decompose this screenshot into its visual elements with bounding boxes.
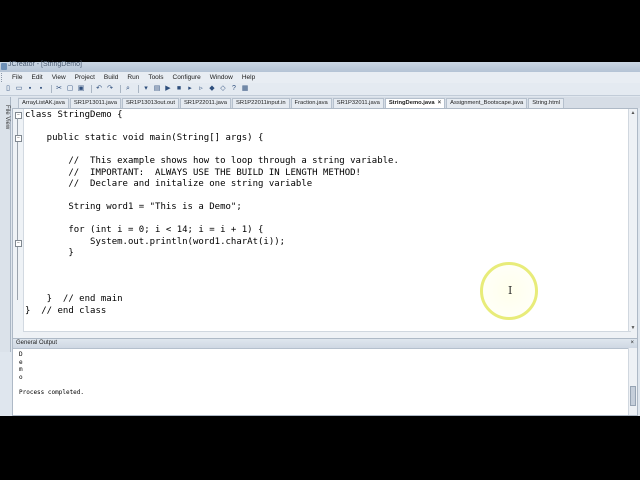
scroll-thumb[interactable] (630, 386, 636, 406)
code-line: // IMPORTANT: ALWAYS USE THE BUILD IN LE… (25, 167, 361, 178)
output-line: e (19, 358, 23, 366)
toolbar-separator (120, 85, 121, 93)
code-line: // This example shows how to loop throug… (25, 156, 399, 166)
menu-bar: File Edit View Project Build Run Tools C… (0, 72, 640, 83)
toolbar-separator (138, 85, 139, 93)
tab-stringdemo[interactable]: StringDemo.java × (384, 98, 446, 108)
code-line: } // end class (25, 305, 107, 316)
tab-sr1p13011[interactable]: SR1P13011.java (69, 98, 121, 108)
toolbar: ▯ ▭ ▪ ▪ ✂ ▢ ▣ ↶ ↷ ⌕ ▾ ▤ ▶ ■ ▸ ▹ ◆ ◇ ? ▦ (0, 83, 640, 96)
output-line: Process completed. (19, 388, 85, 396)
menu-run[interactable]: Run (123, 74, 144, 81)
toolbar-separator (51, 85, 52, 93)
menu-grip (1, 73, 8, 82)
tab-label: Assignment_Bootscape.java (450, 100, 524, 106)
tab-label: SR1P22011.java (183, 100, 228, 106)
document-tabs: ArrayListAK.java SR1P13011.java SR1P1301… (18, 97, 640, 108)
output-title: General Output (16, 340, 58, 346)
bookmark-icon[interactable]: ◇ (219, 85, 227, 93)
paste-icon[interactable]: ▣ (77, 85, 85, 93)
debug-icon[interactable]: ▹ (197, 85, 205, 93)
toolbar-separator (91, 85, 92, 93)
code-line: // Declare and initalize one string vari… (25, 179, 313, 189)
breakpoint-icon[interactable]: ◆ (208, 85, 216, 93)
run-icon[interactable]: ▶ (164, 85, 172, 93)
tab-label: ArrayListAK.java (22, 100, 65, 106)
help-icon[interactable]: ? (230, 85, 238, 93)
general-output-panel: General Output × D e m o Process complet… (12, 338, 638, 416)
text-cursor-icon: I (508, 284, 513, 297)
fold-toggle-icon[interactable]: − (15, 135, 22, 142)
tab-label: StringDemo.java (388, 100, 435, 106)
tab-arraylistak[interactable]: ArrayListAK.java (18, 98, 69, 108)
fold-toggle-icon[interactable]: − (15, 240, 22, 247)
redo-icon[interactable]: ↷ (106, 85, 114, 93)
find-icon[interactable]: ⌕ (124, 85, 132, 93)
menu-file[interactable]: File (8, 74, 27, 81)
title-bar: JCreator - [StringDemo] (0, 61, 640, 72)
tab-label: Fraction.java (294, 100, 328, 106)
output-line: m (19, 366, 23, 374)
build-icon[interactable]: ▤ (153, 85, 161, 93)
save-all-icon[interactable]: ▪ (37, 85, 45, 93)
file-view-label: File View (4, 105, 10, 130)
code-line: System.out.println(word1.charAt(i)); (25, 236, 286, 247)
source-code[interactable]: class StringDemo { public static void ma… (25, 110, 399, 317)
dropdown-icon[interactable]: ▾ (142, 85, 150, 93)
code-line: for (int i = 0; i < 14; i = i + 1) { (25, 225, 264, 235)
jcreator-window: JCreator - [StringDemo] File Edit View P… (0, 61, 640, 416)
output-header: General Output × (13, 339, 637, 349)
tab-sr1p13013out[interactable]: SR1P13013out.out (121, 98, 179, 108)
fold-line (17, 118, 18, 300)
close-tab-icon[interactable]: × (438, 100, 442, 106)
code-line: class StringDemo { (25, 110, 123, 120)
output-vertical-scrollbar[interactable] (628, 348, 637, 415)
output-line: o (19, 373, 23, 381)
menu-window[interactable]: Window (206, 74, 238, 81)
tab-label: SR1P22011input.in (236, 100, 286, 106)
copy-icon[interactable]: ▢ (66, 85, 74, 93)
undo-icon[interactable]: ↶ (95, 85, 103, 93)
tab-label: SR1P32011.java (336, 100, 380, 106)
code-line: String word1 = "This is a Demo"; (25, 202, 242, 212)
output-line: D (19, 351, 23, 358)
menu-configure[interactable]: Configure (169, 74, 206, 81)
menu-tools[interactable]: Tools (144, 74, 168, 81)
cut-icon[interactable]: ✂ (55, 85, 63, 93)
output-text[interactable]: D e m o Process completed. (13, 349, 637, 397)
editor-gutter: − − − (13, 109, 24, 339)
menu-project[interactable]: Project (71, 74, 100, 81)
menu-edit[interactable]: Edit (27, 74, 47, 81)
tab-fraction[interactable]: Fraction.java (290, 98, 332, 108)
tab-sr1p22011[interactable]: SR1P22011.java (179, 98, 232, 108)
save-icon[interactable]: ▪ (26, 85, 34, 93)
open-folder-icon[interactable]: ▭ (15, 85, 23, 93)
tab-sr1p22011input[interactable]: SR1P22011input.in (232, 98, 290, 108)
tab-label: SR1P13013out.out (125, 100, 175, 106)
tab-string-html[interactable]: String.html (528, 98, 564, 108)
file-view-panel[interactable]: File View (0, 97, 11, 352)
editor-vertical-scrollbar[interactable]: ▲ ▼ (628, 109, 637, 339)
tab-assignment-bootscape[interactable]: Assignment_Bootscape.java (446, 98, 528, 108)
stop-icon[interactable]: ■ (175, 85, 183, 93)
tab-label: SR1P13011.java (73, 100, 117, 106)
scroll-up-icon[interactable]: ▲ (629, 109, 637, 117)
code-line: } // end main (25, 294, 123, 304)
new-file-icon[interactable]: ▯ (4, 85, 12, 93)
tab-label: String.html (532, 100, 560, 106)
code-editor[interactable]: − − − class StringDemo { public static v… (12, 108, 638, 340)
code-line: } (25, 248, 74, 258)
close-output-icon[interactable]: × (630, 339, 634, 348)
window-title: JCreator - [StringDemo] (8, 61, 82, 68)
app-icon (1, 63, 7, 70)
options-icon[interactable]: ▦ (241, 85, 249, 93)
step-icon[interactable]: ▸ (186, 85, 194, 93)
menu-view[interactable]: View (48, 74, 71, 81)
code-line: public static void main(String[] args) { (25, 133, 264, 143)
menu-help[interactable]: Help (238, 74, 260, 81)
menu-build[interactable]: Build (100, 74, 123, 81)
tab-sr1p32011[interactable]: SR1P32011.java (332, 98, 384, 108)
